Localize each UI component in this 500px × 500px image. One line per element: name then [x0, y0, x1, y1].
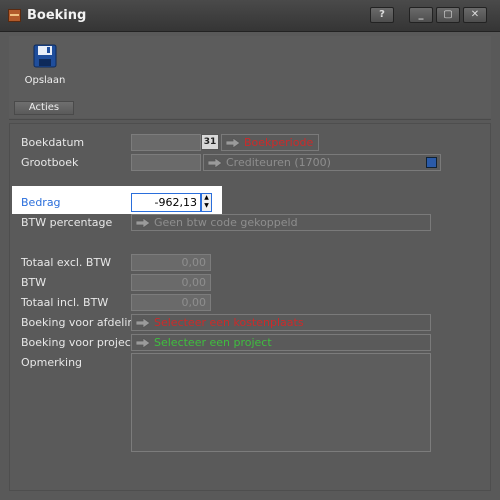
close-button[interactable]: ✕: [463, 7, 487, 23]
arrow-right-icon: [136, 318, 150, 328]
totaal-incl-field: 0,00: [131, 294, 211, 311]
boekperiode-link[interactable]: Boekperiode: [221, 134, 319, 151]
project-link[interactable]: Selecteer een project: [131, 334, 431, 351]
open-external-icon[interactable]: [426, 157, 437, 168]
help-button[interactable]: ?: [370, 7, 394, 23]
save-label: Opslaan: [24, 75, 66, 86]
divider: [9, 119, 491, 120]
maximize-button[interactable]: ▢: [436, 7, 460, 23]
toolbar: Opslaan: [9, 36, 491, 118]
boekdatum-label: Boekdatum: [21, 136, 85, 149]
btw-label: BTW: [21, 276, 47, 289]
spin-up-icon[interactable]: ▲: [202, 194, 211, 202]
boeking-window: Boeking ? _ ▢ ✕ Opslaan Acties Boekdatum…: [0, 0, 500, 500]
app-icon: [8, 9, 21, 22]
save-button[interactable]: Opslaan: [23, 44, 67, 96]
grootboek-field[interactable]: [131, 154, 201, 171]
boekperiode-text: Boekperiode: [244, 136, 314, 149]
bedrag-input[interactable]: -962,13: [131, 193, 201, 212]
title-bar[interactable]: Boeking ? _ ▢ ✕: [0, 0, 500, 32]
opmerking-textarea[interactable]: [131, 353, 431, 452]
kostenplaats-text: Selecteer een kostenplaats: [154, 316, 304, 329]
spin-down-icon[interactable]: ▼: [202, 202, 211, 210]
totaal-incl-label: Totaal incl. BTW: [21, 296, 109, 309]
actions-group-label: Acties: [14, 101, 74, 115]
btw-percentage-text: Geen btw code gekoppeld: [154, 216, 298, 229]
totaal-excl-label: Totaal excl. BTW: [21, 256, 112, 269]
minimize-button[interactable]: _: [409, 7, 433, 23]
bedrag-label: Bedrag: [21, 196, 61, 209]
grootboek-account-text: Crediteuren (1700): [226, 156, 331, 169]
totaal-excl-field: 0,00: [131, 254, 211, 271]
calendar-button[interactable]: 31: [201, 134, 219, 150]
project-text: Selecteer een project: [154, 336, 272, 349]
window-title: Boeking: [27, 8, 87, 23]
arrow-right-icon: [136, 218, 150, 228]
afdeling-label: Boeking voor afdeling: [21, 316, 142, 329]
btw-percentage-link[interactable]: Geen btw code gekoppeld: [131, 214, 431, 231]
project-label: Boeking voor project: [21, 336, 136, 349]
floppy-disk-icon: [33, 44, 57, 68]
kostenplaats-link[interactable]: Selecteer een kostenplaats: [131, 314, 431, 331]
opmerking-label: Opmerking: [21, 356, 83, 369]
btw-percentage-label: BTW percentage: [21, 216, 113, 229]
btw-field: 0,00: [131, 274, 211, 291]
bedrag-spinner[interactable]: ▲ ▼: [201, 193, 212, 212]
arrow-right-icon: [208, 158, 222, 168]
grootboek-account-link[interactable]: Crediteuren (1700): [203, 154, 441, 171]
arrow-right-icon: [226, 138, 240, 148]
boekdatum-field[interactable]: [131, 134, 201, 151]
arrow-right-icon: [136, 338, 150, 348]
grootboek-label: Grootboek: [21, 156, 79, 169]
